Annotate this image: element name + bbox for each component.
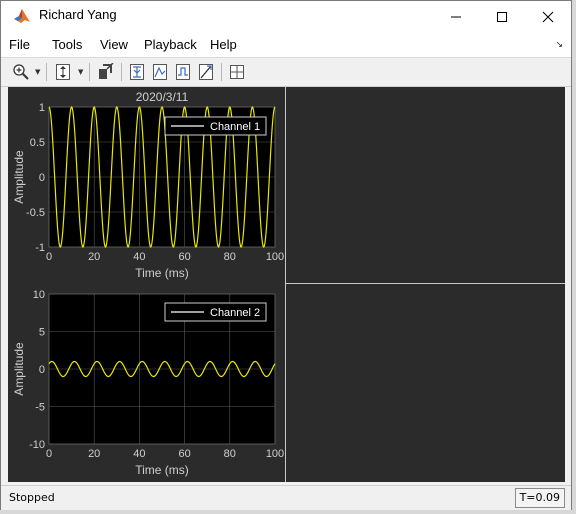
axes-channel-2[interactable]: 0 20 40 60 80 100 -10 -5 0 5 10 Time (ms) Amplitud… (8, 285, 285, 482)
axes-title: 2020/3/11 (136, 90, 189, 104)
cursor-icon (176, 63, 190, 80)
layout-icon (230, 64, 244, 79)
menu-playback[interactable]: Playback (144, 37, 197, 52)
x-tick-label: 40 (133, 448, 145, 460)
trigger-button[interactable] (127, 61, 147, 82)
y-tick-label: -5 (35, 402, 45, 414)
x-tick-label: 80 (224, 251, 236, 263)
menu-file[interactable]: File (9, 37, 30, 52)
trigger-icon (130, 63, 144, 80)
empty-display-top-right[interactable] (286, 87, 565, 283)
y-tick-label: 0.5 (30, 137, 45, 149)
menu-tools[interactable]: Tools (52, 37, 82, 52)
menu-view[interactable]: View (100, 37, 128, 52)
window-title: Richard Yang (39, 7, 117, 22)
minimize-icon (451, 16, 461, 17)
x-axis-label: Time (ms) (135, 463, 189, 477)
restore-view-button[interactable] (96, 61, 116, 82)
restore-view-icon (99, 62, 114, 79)
maximize-button[interactable] (479, 1, 525, 32)
y-tick-label: 10 (33, 289, 45, 301)
menu-bar: File Tools View Playback Help ↘ (1, 32, 571, 58)
y-axis-label: Amplitude (12, 150, 26, 204)
x-tick-label: 0 (46, 448, 52, 460)
y-tick-label: 0 (39, 172, 45, 184)
pan-icon (56, 63, 70, 80)
zoom-in-icon (13, 63, 29, 80)
peak-finder-icon (153, 63, 167, 80)
scope-window: Richard Yang File Tools View Playback He… (0, 0, 572, 510)
bilevel-button[interactable] (196, 61, 216, 82)
x-tick-label: 20 (88, 251, 100, 263)
status-text: Stopped (9, 491, 55, 504)
legend[interactable]: Channel 1 (164, 116, 267, 136)
menu-help[interactable]: Help (210, 37, 237, 52)
toolbar-separator (89, 63, 90, 81)
empty-display-bottom-right[interactable] (286, 284, 565, 482)
peak-finder-button[interactable] (150, 61, 170, 82)
y-tick-label: 1 (39, 102, 45, 114)
cursor-measurement-button[interactable] (173, 61, 193, 82)
pan-button[interactable] (53, 61, 73, 82)
y-tick-label: -0.5 (26, 207, 45, 219)
bilevel-icon (199, 63, 213, 80)
layout-button[interactable] (227, 61, 247, 82)
legend-label: Channel 2 (210, 307, 260, 319)
x-tick-label: 60 (178, 251, 190, 263)
scope-display: 2020/3/11 0 20 40 60 80 100 -1 -0.5 0 0.5 1 Time (… (8, 87, 565, 482)
toolbar-separator (121, 63, 122, 81)
axes-channel-1[interactable]: 2020/3/11 0 20 40 60 80 100 -1 -0.5 0 0.5 1 Time (… (8, 87, 285, 283)
legend-label: Channel 1 (210, 121, 260, 133)
toolbar-separator (46, 63, 47, 81)
y-tick-label: -10 (29, 439, 45, 451)
matlab-logo-icon (13, 8, 31, 25)
simulation-time: T=0.09 (514, 488, 565, 508)
y-tick-label: -1 (35, 242, 45, 254)
status-bar: Stopped T=0.09 (1, 485, 571, 510)
minimize-button[interactable] (433, 1, 479, 32)
x-axis-label: Time (ms) (135, 266, 189, 280)
y-tick-label: 5 (39, 327, 45, 339)
x-tick-label: 40 (133, 251, 145, 263)
legend[interactable]: Channel 2 (164, 302, 267, 322)
dock-arrow-icon[interactable]: ↘ (555, 40, 563, 50)
x-tick-label: 80 (224, 448, 236, 460)
y-axis-label: Amplitude (12, 342, 26, 396)
x-tick-label: 60 (178, 448, 190, 460)
toolbar-separator (221, 63, 222, 81)
title-bar[interactable]: Richard Yang (1, 1, 571, 32)
zoom-dropdown-icon[interactable]: ▼ (35, 68, 40, 76)
pan-dropdown-icon[interactable]: ▼ (78, 68, 83, 76)
zoom-in-button[interactable] (11, 61, 31, 82)
x-tick-label: 100 (266, 251, 284, 263)
y-tick-label: 0 (39, 364, 45, 376)
maximize-icon (497, 11, 507, 22)
toolbar: ▼ ▼ (1, 58, 571, 87)
close-icon (542, 11, 554, 22)
x-tick-label: 0 (46, 251, 52, 263)
x-tick-label: 100 (266, 448, 284, 460)
x-tick-label: 20 (88, 448, 100, 460)
close-button[interactable] (525, 1, 571, 32)
